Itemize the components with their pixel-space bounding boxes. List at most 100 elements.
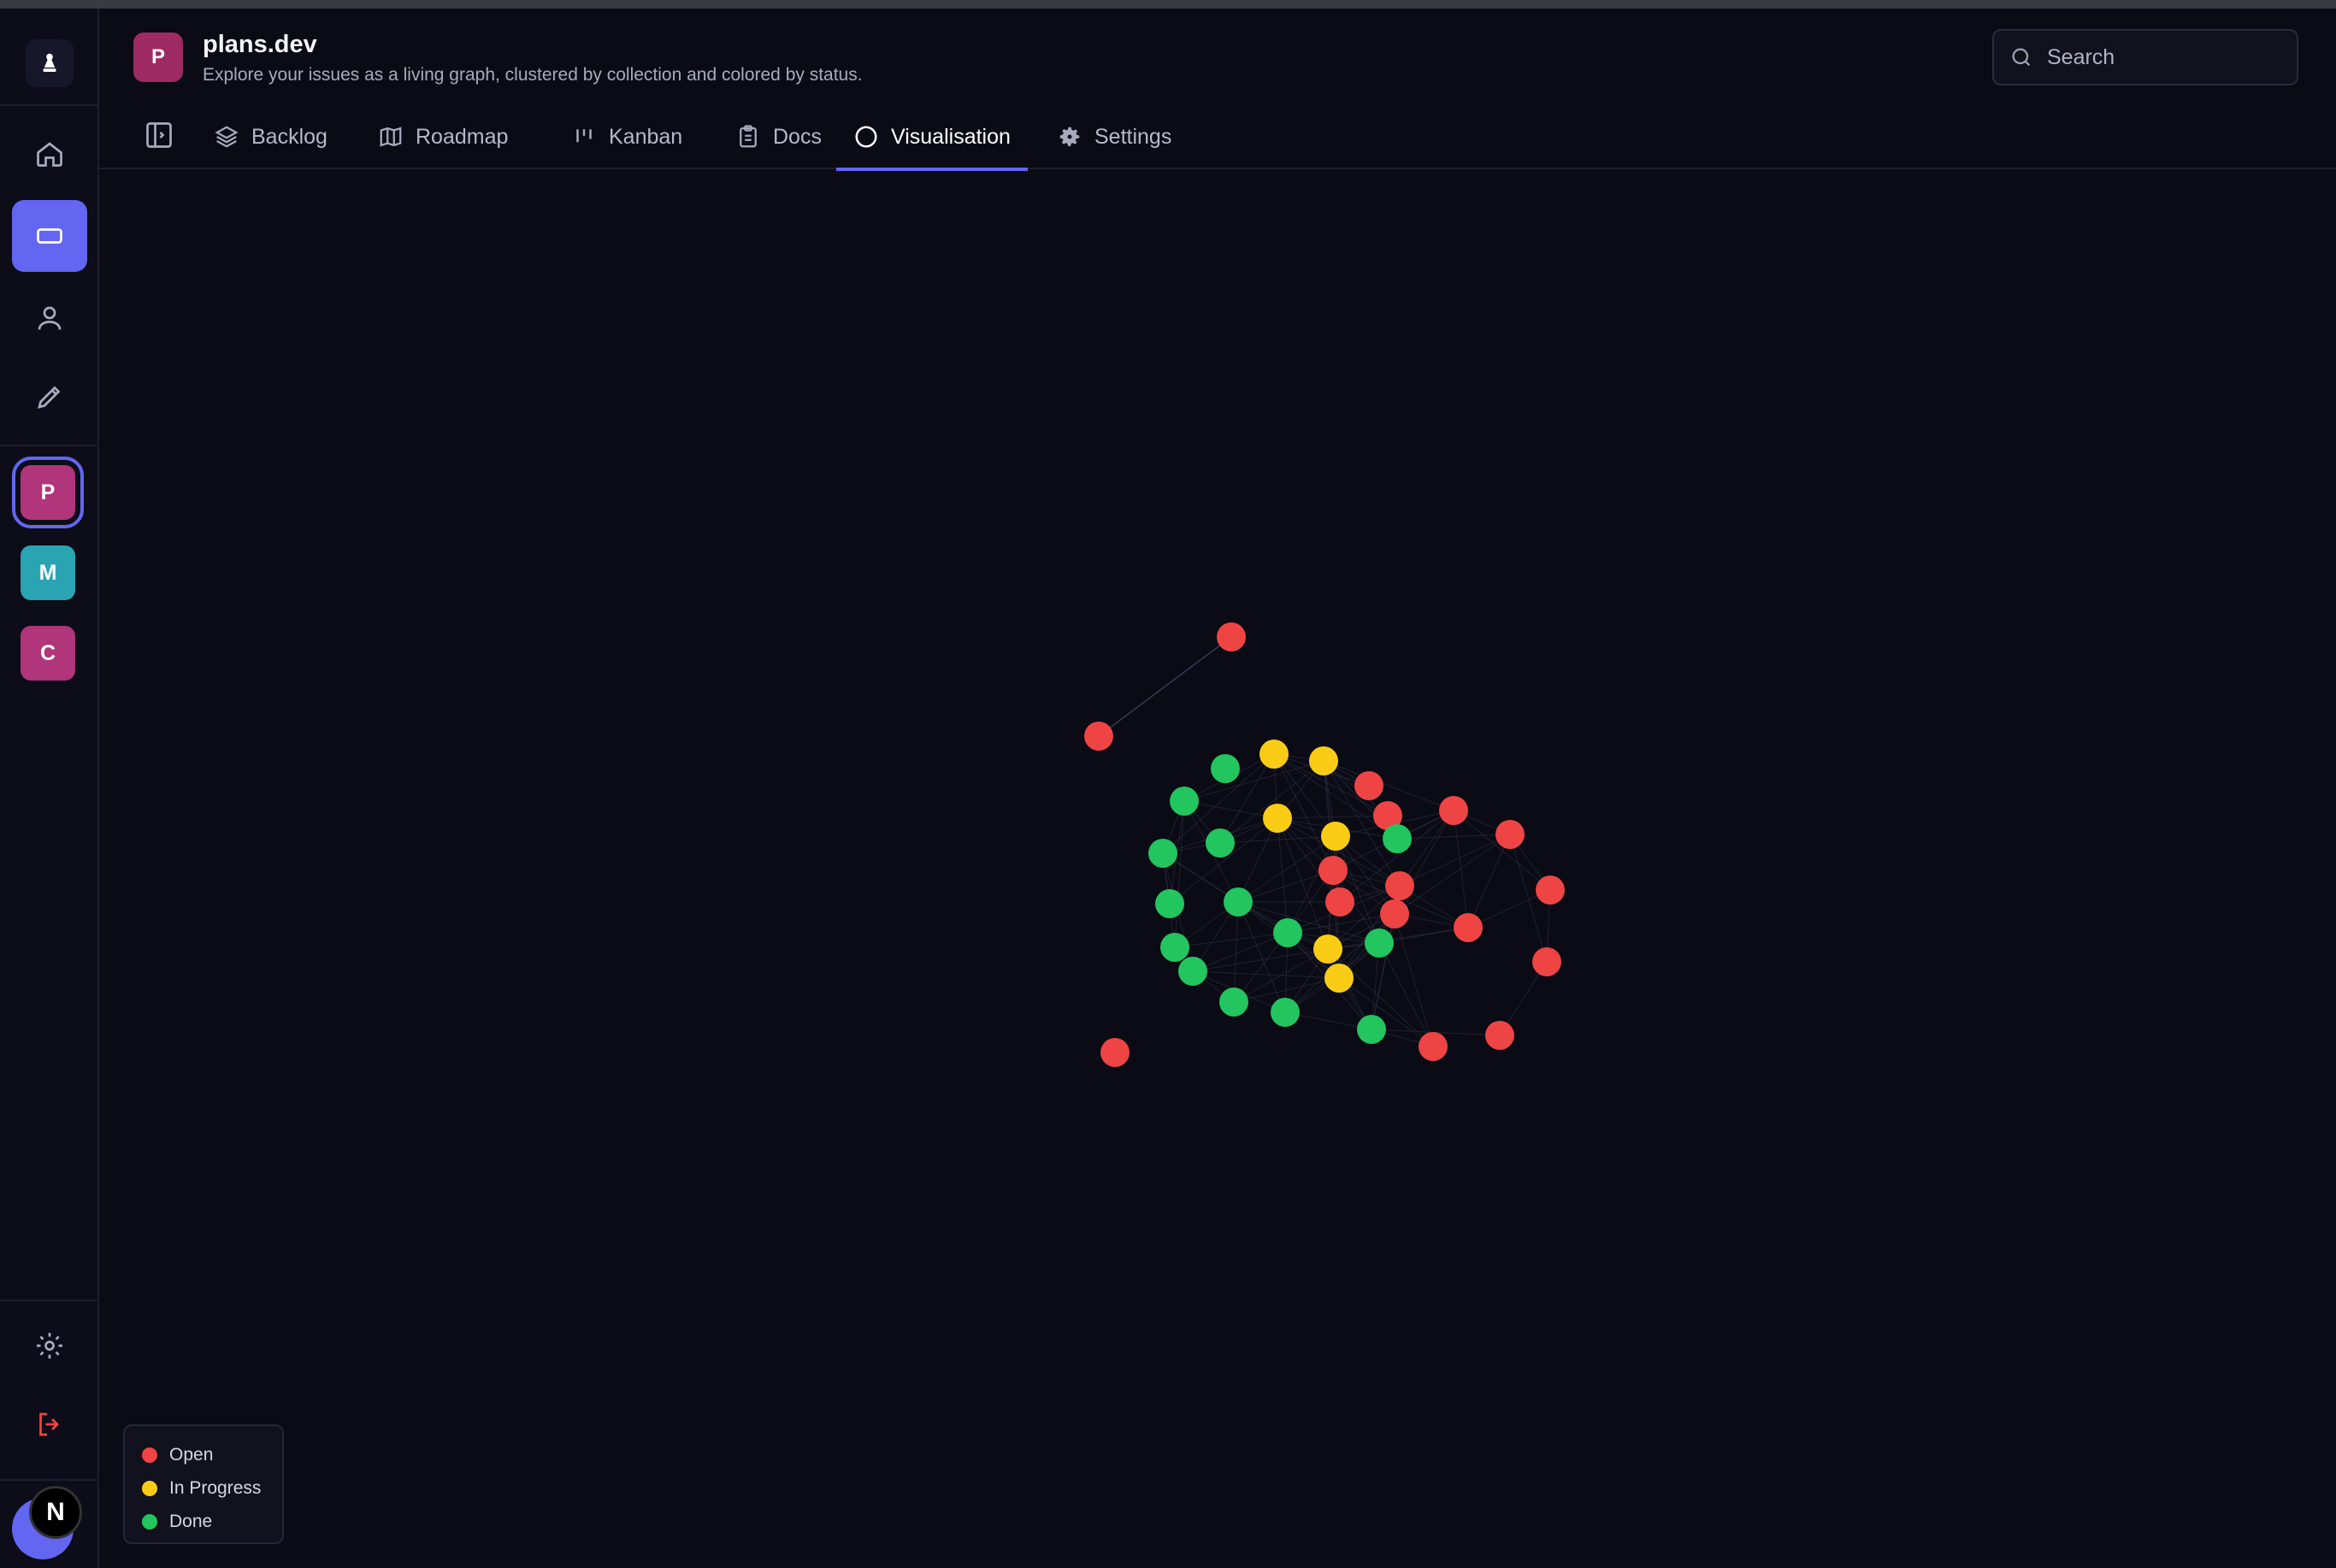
graph-edge <box>1183 760 1324 802</box>
graph-node-open[interactable] <box>1084 722 1113 751</box>
projects-icon <box>37 228 62 244</box>
tab-backlog[interactable]: Backlog <box>197 104 345 169</box>
graph-node-open[interactable] <box>1325 887 1354 917</box>
app-logo[interactable] <box>26 39 74 87</box>
graph-node-done[interactable] <box>1211 754 1240 783</box>
graph-node-open[interactable] <box>1495 820 1525 849</box>
rail-edit-button[interactable] <box>12 361 87 433</box>
tab-kanban[interactable]: Kanban <box>554 104 699 169</box>
legend-item-in-progress: In Progress <box>142 1471 265 1505</box>
home-icon <box>37 142 62 167</box>
sidebar-toggle-icon[interactable] <box>144 120 174 150</box>
pencil-icon <box>38 386 61 409</box>
graph-node-done[interactable] <box>1224 887 1253 917</box>
graph-edge <box>1338 977 1434 1047</box>
gear-icon <box>37 1333 62 1359</box>
user-initial-badge: N <box>29 1486 82 1539</box>
graph-node-done[interactable] <box>1219 987 1248 1017</box>
rail-home-button[interactable] <box>12 118 87 190</box>
graph-node-open[interactable] <box>1485 1021 1514 1050</box>
rail-users-button[interactable] <box>12 282 87 354</box>
graph-node-done[interactable] <box>1170 787 1199 816</box>
tab-roadmap[interactable]: Roadmap <box>361 104 525 169</box>
graph-node-open[interactable] <box>1354 771 1383 800</box>
graph-node-done[interactable] <box>1160 933 1189 962</box>
map-icon <box>380 127 402 147</box>
app-sidebar: P M C N <box>0 9 99 1568</box>
graph-node-done[interactable] <box>1148 839 1177 868</box>
graph-edge <box>1237 869 1334 903</box>
clipboard-icon <box>740 125 757 148</box>
graph-nodes <box>1084 622 1565 1067</box>
graph-node-progress[interactable] <box>1321 822 1350 851</box>
graph-node-open[interactable] <box>1536 875 1565 905</box>
rail-divider <box>0 104 99 106</box>
tab-label: Docs <box>773 124 822 149</box>
graph-edge <box>1394 834 1511 915</box>
graph-canvas[interactable] <box>99 169 2336 1568</box>
project-switcher-m[interactable]: M <box>21 545 75 600</box>
graph-node-open[interactable] <box>1385 871 1414 900</box>
graph-node-open[interactable] <box>1100 1038 1130 1067</box>
graph-node-progress[interactable] <box>1309 746 1338 775</box>
logo-icon <box>43 53 56 72</box>
page-title: plans.dev <box>203 31 317 58</box>
graph-node-done[interactable] <box>1271 998 1300 1027</box>
rail-projects-button[interactable] <box>12 200 87 272</box>
graph-node-done[interactable] <box>1155 889 1184 918</box>
search-input[interactable] <box>2047 44 2278 70</box>
legend-item-open: Open <box>142 1438 265 1471</box>
graph-edge <box>1192 970 1340 979</box>
rail-logout-button[interactable] <box>12 1388 87 1460</box>
legend-label: Open <box>169 1444 214 1465</box>
project-switcher-c[interactable]: C <box>21 626 75 681</box>
graph-node-done[interactable] <box>1365 928 1394 958</box>
graph-edge <box>1453 810 1469 928</box>
tab-visualisation[interactable]: Visualisation <box>836 104 1028 171</box>
project-letter: C <box>39 640 56 665</box>
graph-node-open[interactable] <box>1419 1032 1448 1061</box>
graph-edge <box>1174 800 1185 948</box>
logout-icon <box>39 1412 59 1436</box>
done-dot-icon <box>142 1513 157 1530</box>
legend-label: Done <box>169 1511 213 1531</box>
graph-node-open[interactable] <box>1454 913 1483 942</box>
gear-icon <box>1059 127 1080 146</box>
rail-divider <box>0 445 99 446</box>
rail-settings-button[interactable] <box>12 1310 87 1382</box>
rail-divider <box>0 1479 99 1481</box>
tab-label: Roadmap <box>416 124 509 149</box>
page-header: P plans.dev Explore your issues as a liv… <box>99 9 2336 104</box>
search-icon <box>2012 48 2031 67</box>
tab-settings[interactable]: Settings <box>1040 104 1189 169</box>
graph-node-done[interactable] <box>1383 824 1412 853</box>
graph-node-open[interactable] <box>1318 856 1348 885</box>
graph-node-done[interactable] <box>1357 1015 1386 1044</box>
graph-node-done[interactable] <box>1206 828 1235 858</box>
user-avatar[interactable]: N <box>12 1486 89 1563</box>
kanban-icon <box>576 129 592 143</box>
graph-node-progress[interactable] <box>1263 804 1292 833</box>
graph-node-progress[interactable] <box>1259 740 1289 769</box>
graph-edge <box>1098 636 1232 737</box>
search-box[interactable] <box>1992 29 2298 85</box>
graph-node-open[interactable] <box>1217 622 1246 651</box>
graph-node-open[interactable] <box>1380 899 1409 928</box>
tab-label: Settings <box>1094 124 1172 149</box>
graph-node-progress[interactable] <box>1324 964 1354 993</box>
graph-node-progress[interactable] <box>1313 934 1342 964</box>
graph-node-open[interactable] <box>1439 796 1468 825</box>
tab-docs[interactable]: Docs <box>718 104 839 169</box>
legend-label: In Progress <box>169 1477 262 1498</box>
rail-divider <box>0 1300 99 1301</box>
graph-edge <box>1399 834 1511 887</box>
graph-node-done[interactable] <box>1178 957 1207 986</box>
graph-node-open[interactable] <box>1532 947 1561 976</box>
issue-graph[interactable] <box>99 169 2336 1568</box>
layers-icon <box>215 126 239 148</box>
graph-node-done[interactable] <box>1273 918 1302 947</box>
tab-label: Backlog <box>251 124 327 149</box>
project-switcher-p[interactable]: P <box>12 457 84 528</box>
legend-item-done: Done <box>142 1505 265 1538</box>
status-legend: Open In Progress Done <box>123 1424 284 1544</box>
